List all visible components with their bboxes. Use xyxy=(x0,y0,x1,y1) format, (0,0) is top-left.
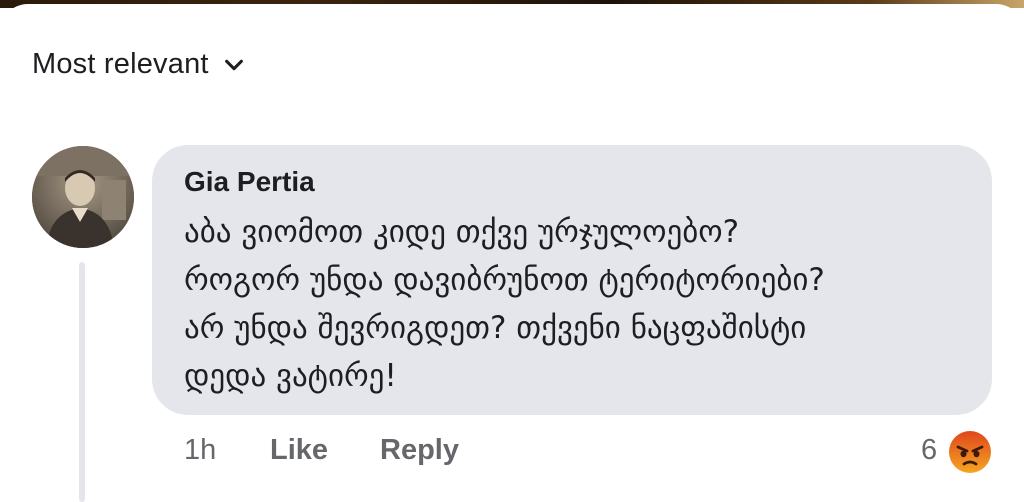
chevron-down-icon xyxy=(224,59,243,70)
comment-author[interactable]: Gia Pertia xyxy=(184,166,315,198)
reaction-count[interactable]: 6 xyxy=(921,434,937,467)
sort-comments-button[interactable]: Most relevant xyxy=(32,48,245,81)
avatar[interactable] xyxy=(32,146,134,248)
comments-screen: Most relevant Gia Pertia აბა ვიომოთ კიდე… xyxy=(0,0,1024,502)
thread-line xyxy=(79,262,85,502)
like-button[interactable]: Like xyxy=(270,434,328,467)
comment-timestamp[interactable]: 1h xyxy=(184,434,216,467)
sort-label: Most relevant xyxy=(32,48,209,80)
comment-text: აბა ვიომოთ კიდე თქვე ურჯულოებო? როგორ უნ… xyxy=(184,214,825,394)
profile-photo xyxy=(32,146,134,248)
reply-button[interactable]: Reply xyxy=(380,434,459,467)
angry-reaction-icon[interactable] xyxy=(948,430,992,474)
